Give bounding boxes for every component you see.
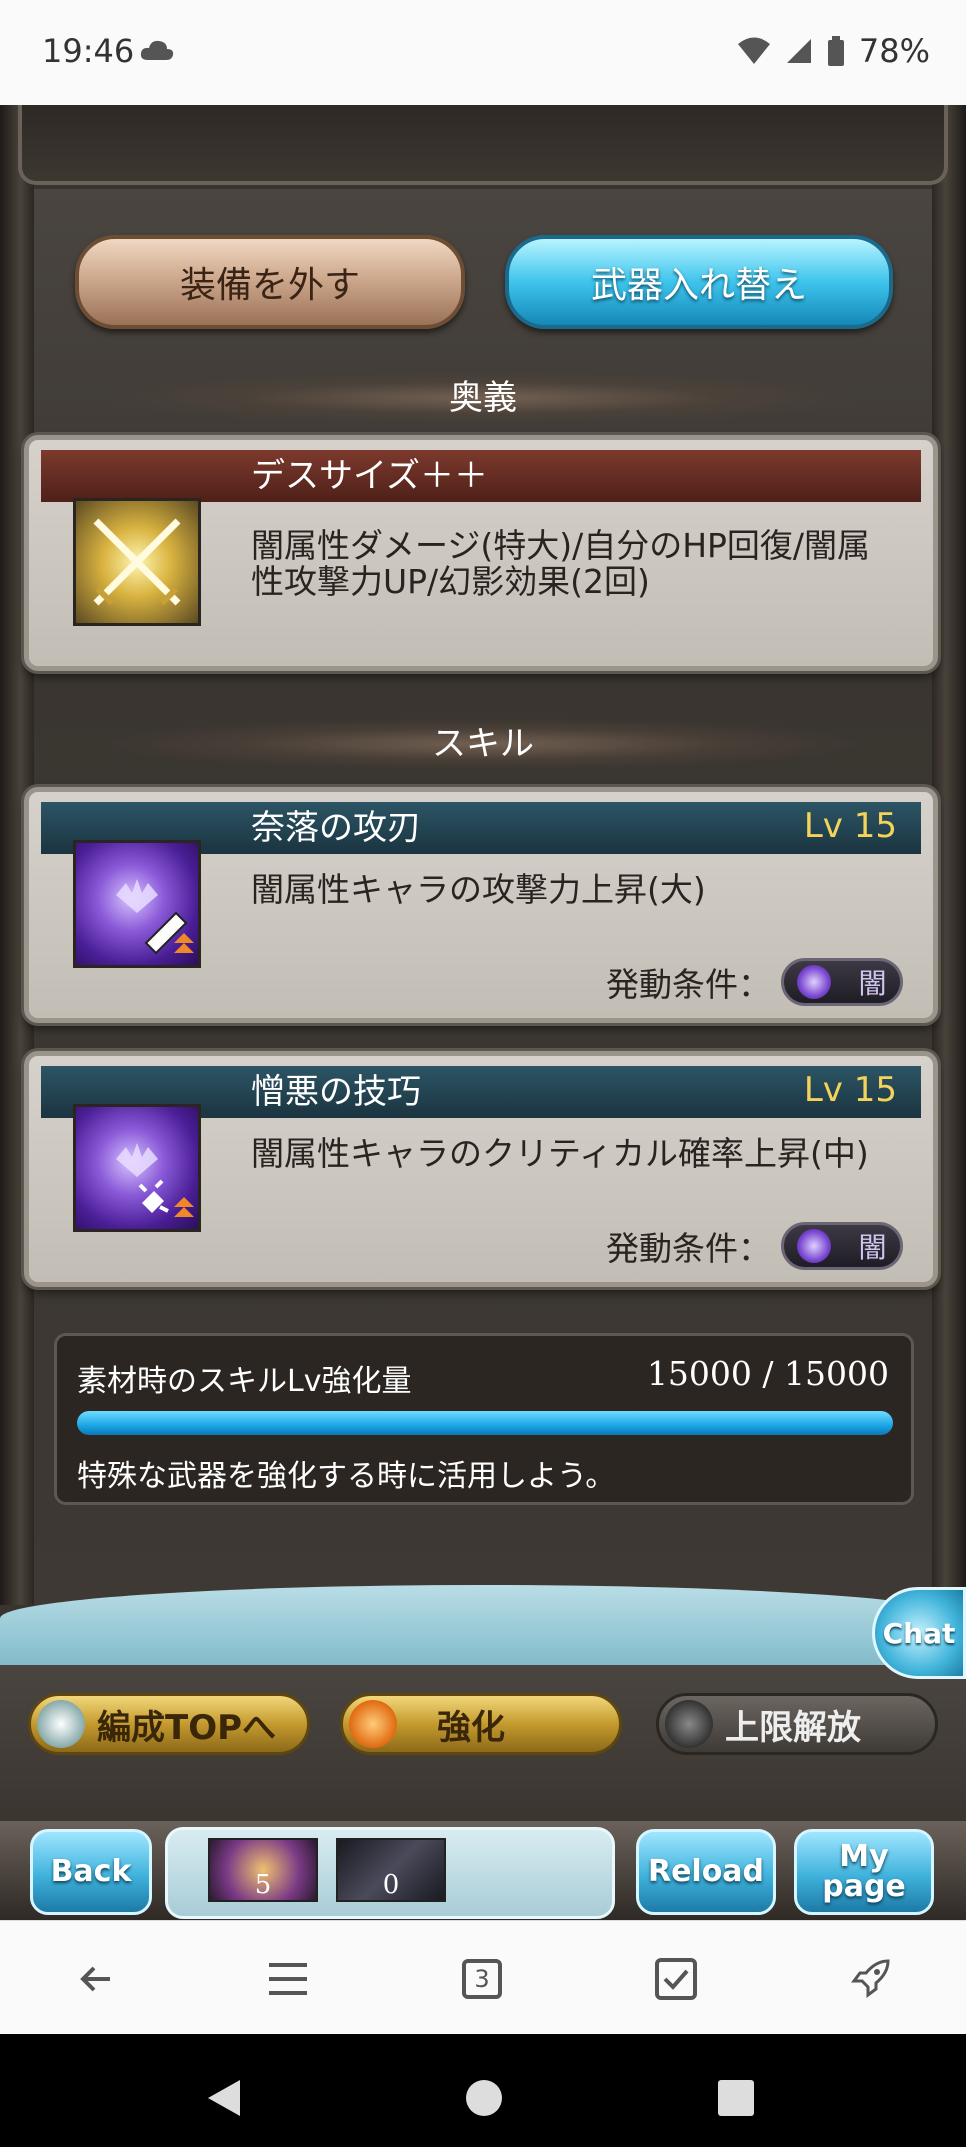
element-name: 闇: [858, 967, 887, 1000]
system-nav-bar: [0, 2034, 966, 2147]
material-value: 15000 / 15000: [646, 1354, 889, 1393]
ougi-card: デスサイズ＋＋ 闇属性ダメージ(特大)/自分のHP回復/闇属性攻撃力UP/幻影効…: [24, 435, 938, 671]
game-viewport: 装備を外す 武器入れ替え 奥義 デスサイズ＋＋ 闇属性ダメージ(特大)/自分のH…: [0, 105, 966, 1920]
system-recents-icon[interactable]: [718, 2080, 754, 2116]
item-count-2: 0: [382, 1870, 400, 1900]
skill-condition: 発動条件： 闇: [606, 1222, 903, 1270]
condition-label: 発動条件：: [606, 1229, 771, 1268]
material-hint: 特殊な武器を強化する時に活用しよう。: [77, 1459, 616, 1494]
system-back-icon[interactable]: [206, 2078, 244, 2118]
reload-button[interactable]: Reload: [636, 1829, 776, 1915]
skill-condition: 発動条件： 闇: [606, 958, 903, 1006]
skill-description: 闇属性キャラの攻撃力上昇(大): [251, 870, 706, 909]
tab-count: 3: [462, 1959, 502, 1999]
skill-level: Lv 15: [803, 1070, 897, 1110]
skill-card[interactable]: 憎悪の技巧 Lv 15 闇属性キャラのクリティカル確率上昇(中) 発動条件： 闇: [24, 1051, 938, 1287]
top-panel: [18, 105, 948, 185]
tabs-icon[interactable]: 3: [454, 1951, 510, 2007]
status-time: 19:46: [42, 32, 135, 70]
battery-percent: 78%: [858, 32, 930, 70]
unequip-button[interactable]: 装備を外す: [75, 235, 465, 329]
dark-element-icon: [797, 965, 832, 999]
checkbox-icon[interactable]: [648, 1951, 704, 2007]
item-thumb-2[interactable]: 0: [336, 1838, 446, 1902]
ougi-section-title: 奥義: [110, 373, 856, 423]
dark-attack-skill-icon: [73, 840, 201, 968]
mypage-label-line2: page: [822, 1869, 906, 1904]
upgrade-button[interactable]: 強化: [340, 1693, 622, 1755]
uncap-button[interactable]: 上限解放: [656, 1693, 938, 1755]
dark-critical-skill-icon: [73, 1104, 201, 1232]
skill-card[interactable]: 奈落の攻刃 Lv 15 闇属性キャラの攻撃力上昇(大) 発動条件： 闇: [24, 787, 938, 1023]
element-badge: 闇: [781, 958, 903, 1006]
upgrade-label: 強化: [437, 1707, 505, 1748]
party-icon: [37, 1700, 85, 1748]
back-arrow-icon[interactable]: [68, 1951, 124, 2007]
status-right: 78%: [737, 32, 930, 70]
arrow-up-icon: [349, 1700, 397, 1748]
skill-section-title: スキル: [110, 719, 856, 769]
chat-button[interactable]: Chat: [872, 1587, 966, 1679]
condition-label: 発動条件：: [606, 965, 771, 1004]
ougi-description: 闇属性ダメージ(特大)/自分のHP回復/闇属性攻撃力UP/幻影効果(2回): [251, 526, 871, 601]
item-thumb-1[interactable]: 5: [208, 1838, 318, 1902]
menu-icon[interactable]: [260, 1951, 316, 2007]
browser-nav-bar: 3: [0, 1920, 966, 2035]
party-top-button[interactable]: 編成TOPへ: [28, 1693, 310, 1755]
material-progress-fill: [77, 1411, 893, 1435]
material-label: 素材時のスキルLv強化量: [77, 1364, 412, 1399]
signal-icon: [786, 39, 811, 63]
material-progress-bar: [77, 1411, 893, 1435]
item-panel: 5 0: [165, 1827, 615, 1919]
item-count-1: 5: [254, 1870, 272, 1900]
back-button[interactable]: Back: [30, 1829, 152, 1915]
mypage-button[interactable]: My page: [794, 1829, 934, 1915]
skill-level: Lv 15: [803, 806, 897, 846]
dark-element-icon: [797, 1229, 832, 1263]
element-name: 闇: [858, 1231, 887, 1264]
crossed-swords-icon: [73, 498, 201, 626]
skill-description: 闇属性キャラのクリティカル確率上昇(中): [251, 1134, 869, 1173]
wifi-icon: [737, 37, 770, 64]
stars-icon: [665, 1700, 713, 1748]
cloud-icon: [140, 40, 174, 60]
battery-icon: [827, 36, 844, 66]
swap-weapon-button[interactable]: 武器入れ替え: [505, 235, 893, 329]
ougi-name: デスサイズ＋＋: [41, 450, 921, 502]
uncap-label: 上限解放: [725, 1707, 861, 1748]
element-badge: 闇: [781, 1222, 903, 1270]
mypage-label-line1: My: [839, 1839, 889, 1874]
system-home-icon[interactable]: [464, 2078, 504, 2118]
rocket-icon[interactable]: [842, 1951, 898, 2007]
status-bar: 19:46 78%: [0, 0, 966, 105]
material-skill-box: 素材時のスキルLv強化量 15000 / 15000 特殊な武器を強化する時に活…: [54, 1333, 914, 1505]
party-top-label: 編成TOPへ: [97, 1707, 277, 1748]
